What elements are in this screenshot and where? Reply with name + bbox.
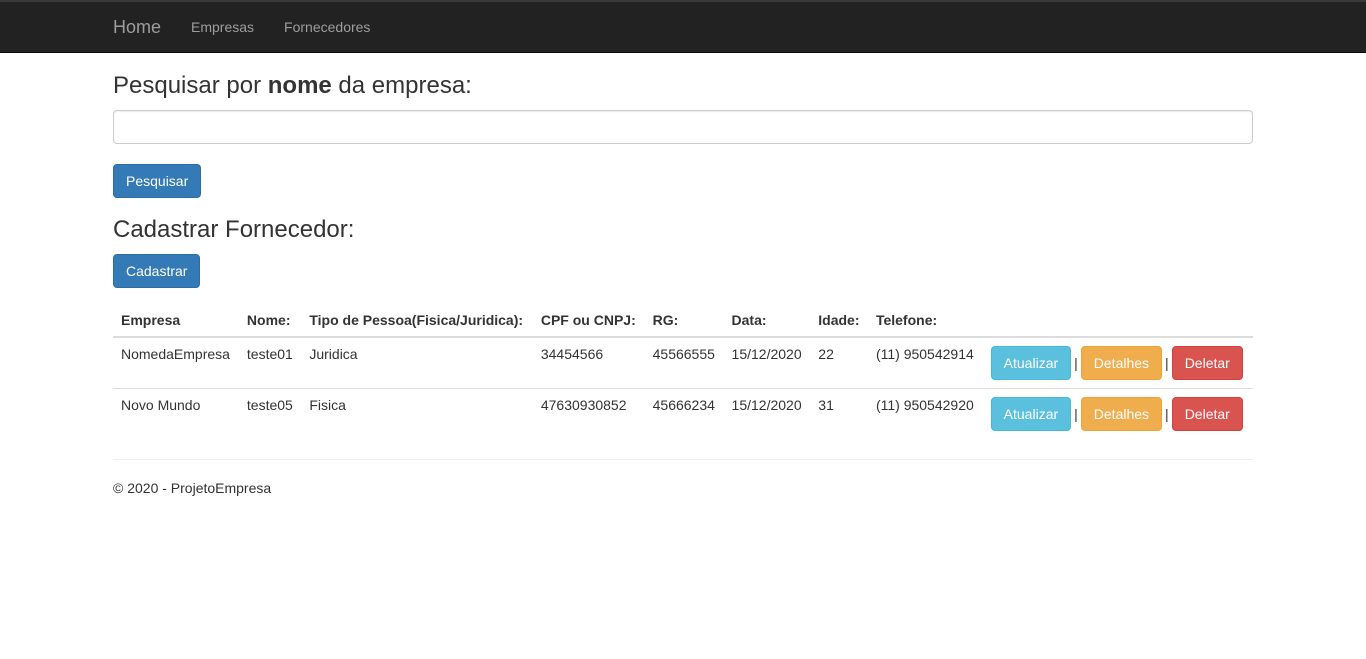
delete-button[interactable]: Deletar bbox=[1171, 397, 1243, 431]
header-rg: RG: bbox=[644, 304, 724, 338]
cell-empresa: NomedaEmpresa bbox=[121, 346, 230, 362]
cell-doc: 34454566 bbox=[540, 346, 604, 362]
delete-button[interactable]: Deletar bbox=[1171, 346, 1243, 380]
cell-data: 15/12/2020 bbox=[731, 346, 802, 362]
cell-rg: 45566555 bbox=[652, 346, 715, 362]
cell-idade: 22 bbox=[818, 346, 834, 362]
search-title-prefix: Pesquisar por bbox=[113, 72, 268, 99]
cell-tipo: Fisica bbox=[301, 388, 533, 439]
search-input[interactable] bbox=[113, 110, 1253, 144]
header-doc: CPF ou CNPJ: bbox=[532, 304, 645, 338]
top-navbar: Home Empresas Fornecedores bbox=[0, 0, 1366, 53]
update-button[interactable]: Atualizar bbox=[990, 397, 1072, 431]
update-button[interactable]: Atualizar bbox=[990, 346, 1072, 380]
main-container: Pesquisar por nome da empresa: Pesquisar… bbox=[113, 72, 1253, 496]
header-data: Data: bbox=[723, 304, 811, 338]
cell-idade: 31 bbox=[810, 388, 868, 439]
cell-nome: teste01 bbox=[246, 346, 293, 362]
search-button[interactable]: Pesquisar bbox=[113, 164, 202, 198]
cell-telefone: (11) 950542920 bbox=[867, 388, 983, 439]
cell-actions: Atualizar | Detalhes | Deletar bbox=[983, 337, 1253, 389]
footer-text: © 2020 - ProjetoEmpresa bbox=[113, 480, 272, 496]
header-actions bbox=[982, 304, 1253, 338]
action-separator: | bbox=[1074, 355, 1078, 371]
search-title: Pesquisar por nome da empresa: bbox=[113, 72, 1253, 100]
table-row: Novo Mundo teste05 Fisica 47630930852 45… bbox=[113, 388, 1253, 439]
footer-divider bbox=[113, 459, 1253, 460]
header-empresa: Empresa bbox=[113, 304, 239, 338]
details-button[interactable]: Detalhes bbox=[1080, 397, 1163, 431]
nav-home-link[interactable]: Home bbox=[113, 17, 161, 38]
action-separator: | bbox=[1165, 355, 1169, 371]
table-header-row: Empresa Nome: Tipo de Pessoa(Fisica/Juri… bbox=[113, 304, 1253, 338]
cell-rg: 45666234 bbox=[644, 388, 724, 439]
cell-tipo: Juridica bbox=[309, 346, 358, 362]
search-title-suffix: da empresa: bbox=[331, 72, 472, 99]
table-row: NomedaEmpresa teste01 Juridica 34454566 … bbox=[113, 337, 1253, 389]
register-title: Cadastrar Fornecedor: bbox=[113, 216, 355, 243]
suppliers-table: Empresa Nome: Tipo de Pessoa(Fisica/Juri… bbox=[113, 304, 1253, 439]
cell-telefone: (11) 950542914 bbox=[875, 346, 974, 362]
cell-actions: Atualizar | Detalhes | Deletar bbox=[982, 388, 1253, 439]
action-separator: | bbox=[1074, 406, 1078, 422]
action-separator: | bbox=[1165, 406, 1169, 422]
cell-nome: teste05 bbox=[238, 388, 302, 439]
nav-fornecedores-link[interactable]: Fornecedores bbox=[284, 19, 370, 35]
header-idade: Idade: bbox=[810, 304, 868, 338]
footer: © 2020 - ProjetoEmpresa bbox=[113, 480, 1253, 496]
cell-doc: 47630930852 bbox=[532, 388, 645, 439]
header-nome: Nome: bbox=[238, 304, 302, 338]
register-button[interactable]: Cadastrar bbox=[113, 254, 201, 288]
nav-empresas-link[interactable]: Empresas bbox=[191, 19, 254, 35]
search-title-bold: nome bbox=[267, 72, 332, 99]
header-telefone: Telefone: bbox=[867, 304, 983, 338]
cell-data: 15/12/2020 bbox=[723, 388, 811, 439]
cell-empresa: Novo Mundo bbox=[113, 388, 239, 439]
details-button[interactable]: Detalhes bbox=[1080, 346, 1163, 380]
header-tipo: Tipo de Pessoa(Fisica/Juridica): bbox=[301, 304, 533, 338]
